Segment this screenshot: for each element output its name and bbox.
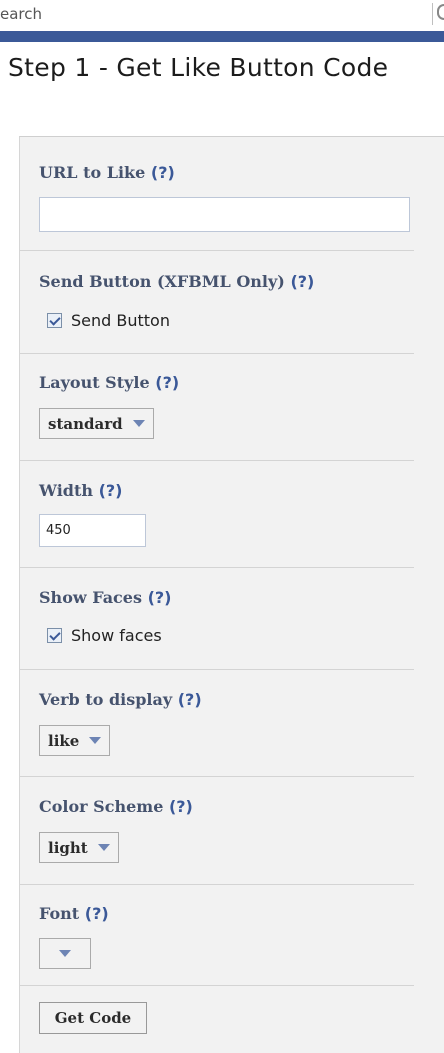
send-button-checkbox[interactable] xyxy=(47,313,62,328)
divider xyxy=(20,567,414,568)
show-faces-label: Show Faces (?) xyxy=(39,588,172,607)
divider xyxy=(20,250,414,251)
font-label: Font (?) xyxy=(39,904,109,923)
search-icon[interactable] xyxy=(437,4,444,20)
color-scheme-label: Color Scheme (?) xyxy=(39,797,193,816)
url-input[interactable] xyxy=(39,197,410,232)
chevron-down-icon xyxy=(97,844,110,851)
url-help-link[interactable]: (?) xyxy=(151,163,175,182)
header-blue-bar xyxy=(0,31,444,42)
divider xyxy=(20,353,414,354)
show-faces-checkbox-row[interactable]: Show faces xyxy=(47,626,162,645)
divider xyxy=(20,669,414,670)
chevron-down-icon xyxy=(132,420,145,427)
width-help-link[interactable]: (?) xyxy=(99,481,123,500)
verb-help-link[interactable]: (?) xyxy=(178,690,202,709)
search-divider xyxy=(432,3,433,25)
layout-style-value: standard xyxy=(48,414,123,433)
color-scheme-value: light xyxy=(48,838,88,857)
chevron-down-icon xyxy=(89,737,102,744)
verb-label: Verb to display (?) xyxy=(39,690,202,709)
page-title: Step 1 - Get Like Button Code xyxy=(8,53,389,82)
layout-style-label: Layout Style (?) xyxy=(39,373,180,392)
color-scheme-help-link[interactable]: (?) xyxy=(169,797,193,816)
divider xyxy=(20,776,414,777)
font-help-link[interactable]: (?) xyxy=(85,904,109,923)
divider xyxy=(20,985,414,986)
show-faces-checkbox-label[interactable]: Show faces xyxy=(71,626,162,645)
get-code-button[interactable]: Get Code xyxy=(39,1002,147,1034)
send-button-help-link[interactable]: (?) xyxy=(290,272,314,291)
width-input[interactable]: 450 xyxy=(39,514,146,547)
send-button-label: Send Button (XFBML Only) (?) xyxy=(39,272,315,291)
show-faces-help-link[interactable]: (?) xyxy=(148,588,172,607)
like-button-form: URL to Like (?) Send Button (XFBML Only)… xyxy=(19,136,444,1053)
verb-dropdown[interactable]: like xyxy=(39,725,111,756)
search-input[interactable]: earch xyxy=(0,5,42,23)
divider xyxy=(20,884,414,885)
url-label: URL to Like (?) xyxy=(39,163,175,182)
layout-style-help-link[interactable]: (?) xyxy=(155,373,179,392)
show-faces-checkbox[interactable] xyxy=(47,628,62,643)
divider xyxy=(20,460,414,461)
chevron-down-icon xyxy=(59,950,71,957)
send-button-checkbox-label[interactable]: Send Button xyxy=(71,311,170,330)
color-scheme-dropdown[interactable]: light xyxy=(39,832,119,863)
layout-style-dropdown[interactable]: standard xyxy=(39,408,154,439)
top-search-bar: earch xyxy=(0,0,444,32)
verb-value: like xyxy=(48,731,80,750)
font-dropdown[interactable] xyxy=(39,938,91,969)
send-button-checkbox-row[interactable]: Send Button xyxy=(47,311,170,330)
width-label: Width (?) xyxy=(39,481,123,500)
